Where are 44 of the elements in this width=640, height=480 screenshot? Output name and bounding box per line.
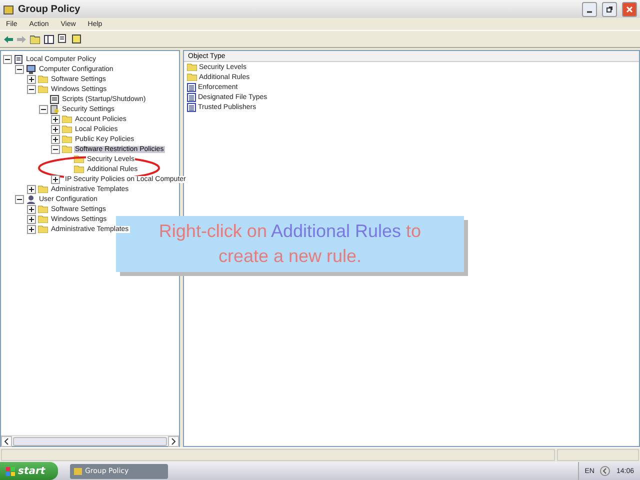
expand-icon[interactable] [27, 74, 36, 84]
app-icon [3, 4, 14, 14]
restore-button[interactable] [602, 2, 617, 16]
collapse-icon[interactable] [15, 194, 24, 204]
chevron-right-icon [171, 438, 176, 444]
collapse-icon[interactable] [3, 54, 12, 64]
expand-icon[interactable] [27, 204, 36, 214]
collapse-icon[interactable] [51, 144, 60, 154]
collapse-icon[interactable] [39, 104, 48, 114]
expand-icon[interactable] [51, 114, 60, 124]
close-icon [626, 6, 633, 12]
scroll-left-button[interactable] [1, 436, 12, 446]
settings-grid-icon [187, 102, 196, 112]
chevron-icon[interactable] [600, 466, 610, 476]
windows-logo [6, 466, 15, 476]
user-icon [26, 194, 36, 204]
script-icon [50, 94, 59, 104]
chevron-left-icon [4, 438, 9, 444]
expand-icon[interactable] [27, 224, 36, 234]
expand-icon[interactable] [51, 134, 60, 144]
export-list-icon[interactable] [58, 34, 68, 44]
scroll-thumb[interactable] [13, 436, 167, 446]
computer-icon [26, 64, 36, 74]
expand-icon[interactable] [51, 124, 60, 134]
folder-up-icon[interactable] [30, 34, 40, 44]
expand-icon[interactable] [51, 174, 60, 184]
folder-icon [38, 185, 48, 193]
tree-toggle-icon[interactable] [44, 34, 54, 44]
minimize-button[interactable] [582, 2, 597, 16]
window-title: Group Policy [18, 4, 82, 14]
instruction-text: Right-click on Additional Rules to create a new rule. [158, 220, 422, 268]
expand-icon[interactable] [27, 214, 36, 224]
close-button[interactable] [622, 2, 637, 16]
expand-icon[interactable] [27, 184, 36, 194]
settings-grid-icon [187, 92, 196, 102]
settings-grid-icon [187, 82, 196, 92]
collapse-icon[interactable] [27, 84, 36, 94]
document-icon [14, 54, 23, 64]
app-icon [74, 467, 82, 475]
back-arrow-icon[interactable] [4, 36, 13, 42]
collapse-icon[interactable] [15, 64, 24, 74]
security-icon [50, 104, 59, 114]
restore-icon [606, 6, 613, 12]
scroll-right-button[interactable] [168, 436, 179, 446]
